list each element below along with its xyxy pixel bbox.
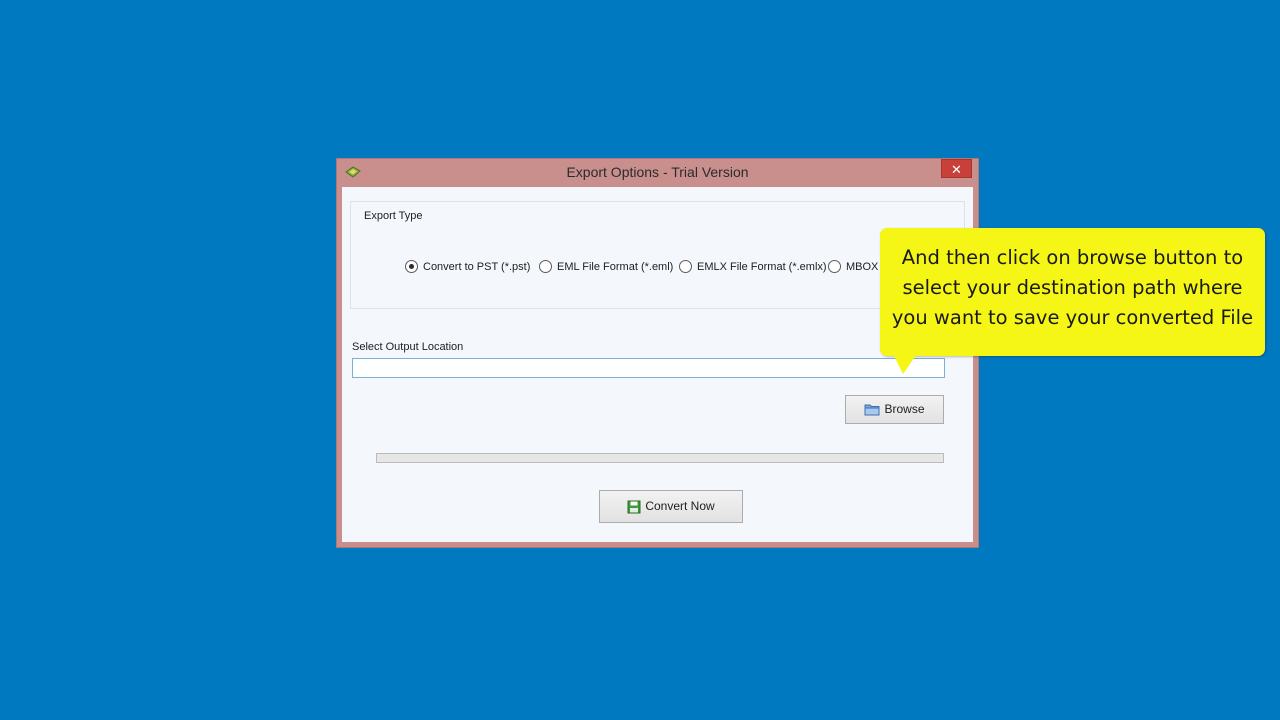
radio-label: Convert to PST (*.pst) <box>423 261 531 273</box>
folder-icon <box>864 404 880 416</box>
export-type-group: Export Type Convert to PST (*.pst) EML F… <box>350 201 965 309</box>
close-button[interactable]: ✕ <box>941 159 972 178</box>
tutorial-callout: And then click on browse button to selec… <box>880 228 1265 356</box>
window-title: Export Options - Trial Version <box>566 164 749 180</box>
browse-button-label: Browse <box>884 402 925 416</box>
browse-button[interactable]: Browse <box>845 395 944 424</box>
radio-label: EMLX File Format (*.emlx) <box>697 261 827 273</box>
progress-bar <box>376 453 944 463</box>
radio-button[interactable] <box>539 260 552 273</box>
convert-now-label: Convert Now <box>645 499 715 513</box>
output-location-input[interactable] <box>352 358 945 378</box>
radio-button-checked[interactable] <box>405 260 418 273</box>
callout-pointer <box>893 354 917 374</box>
radio-button[interactable] <box>679 260 692 273</box>
convert-now-button[interactable]: Convert Now <box>599 490 743 523</box>
callout-line: you want to save your converted File <box>891 306 1254 329</box>
title-bar[interactable]: Export Options - Trial Version ✕ <box>337 159 978 187</box>
close-icon: ✕ <box>951 162 962 177</box>
callout-line: select your destination path where <box>902 276 1243 299</box>
output-location-label: Select Output Location <box>352 341 464 353</box>
radio-label: EML File Format (*.eml) <box>557 261 674 273</box>
radio-button[interactable] <box>828 260 841 273</box>
export-type-label: Export Type <box>361 210 426 222</box>
desktop: Export Options - Trial Version ✕ Export … <box>0 0 1280 720</box>
callout-line: And then click on browse button to <box>901 246 1244 269</box>
save-icon <box>627 500 641 514</box>
